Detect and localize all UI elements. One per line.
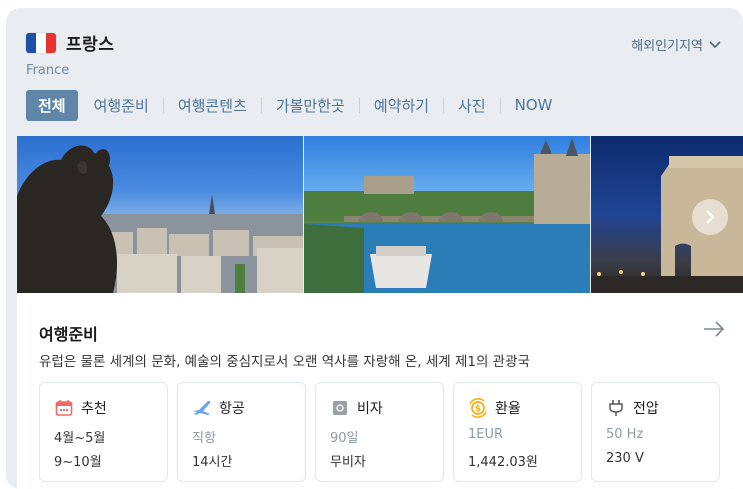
stat-name: 전압	[633, 401, 659, 417]
travel-prep-section: 여행준비 유럽은 물론 세계의 문화, 예술의 중심지로서 오랜 역사를 자랑해…	[17, 293, 743, 489]
paris-gargoyle-skyline-photo[interactable]	[17, 136, 303, 293]
tab-divider	[443, 97, 445, 113]
chevron-down-icon	[709, 40, 721, 48]
photo-illustration	[304, 138, 590, 293]
tab-travel-prep[interactable]: 여행준비	[94, 95, 149, 116]
stat-value-1: 90일	[330, 431, 359, 446]
tab-travel-content[interactable]: 여행콘텐츠	[178, 95, 247, 116]
section-more-arrow[interactable]	[703, 321, 725, 341]
stat-value-2: 9~10월	[54, 455, 102, 470]
country-header: 프랑스	[26, 30, 114, 55]
passport-icon	[330, 398, 350, 418]
tab-all[interactable]: 전체	[26, 89, 78, 121]
arrow-right-icon	[704, 321, 725, 337]
svg-text:$: $	[475, 405, 481, 415]
flag-stripe-white	[36, 32, 46, 53]
france-flag-icon	[26, 32, 56, 53]
airplane-icon	[192, 398, 212, 418]
tab-divider	[499, 97, 501, 113]
photo-gallery	[17, 136, 743, 293]
country-name-en: France	[26, 63, 70, 78]
stats-row: 추천 4월~5월 9~10월 항공 직항 14시간 비자 90일 무비자 $ 환…	[39, 382, 729, 482]
tab-photos[interactable]: 사진	[458, 95, 486, 116]
stat-value-2: 무비자	[330, 455, 366, 470]
popular-regions-label: 해외인기지역	[631, 39, 703, 54]
flag-stripe-red	[46, 32, 56, 53]
country-card: 프랑스 France 해외인기지역 전체 여행준비 여행콘텐츠 가볼만한곳 예약…	[6, 8, 743, 489]
section-description: 유럽은 물론 세계의 문화, 예술의 중심지로서 오랜 역사를 자랑해 온, 세…	[39, 354, 530, 370]
tab-booking[interactable]: 예약하기	[374, 95, 429, 116]
stat-value-1: 50 Hz	[606, 427, 644, 442]
gallery-next-button[interactable]	[692, 199, 728, 235]
stat-name: 환율	[495, 401, 521, 417]
chevron-right-icon	[706, 210, 715, 224]
seine-river-boat-photo[interactable]	[304, 136, 590, 293]
stat-name: 비자	[357, 401, 383, 417]
stat-value-1: 1EUR	[468, 427, 504, 442]
tab-divider	[260, 97, 262, 113]
tab-divider	[162, 97, 164, 113]
stat-value-2: 230 V	[606, 451, 644, 466]
popular-regions-dropdown[interactable]: 해외인기지역	[631, 35, 721, 54]
stat-voltage[interactable]: 전압 50 Hz 230 V	[591, 382, 720, 482]
stat-name: 추천	[81, 401, 107, 417]
tab-bar: 전체 여행준비 여행콘텐츠 가볼만한곳 예약하기 사진 NOW	[26, 89, 553, 121]
flag-stripe-blue	[26, 32, 36, 53]
stat-value-1: 4월~5월	[54, 431, 106, 446]
exchange-icon: $	[468, 398, 488, 418]
stat-visa[interactable]: 비자 90일 무비자	[315, 382, 444, 482]
tab-places[interactable]: 가볼만한곳	[276, 95, 345, 116]
plug-icon	[606, 398, 626, 418]
stat-recommend-season[interactable]: 추천 4월~5월 9~10월	[39, 382, 168, 482]
calendar-icon	[54, 398, 74, 418]
stat-exchange-rate[interactable]: $ 환율 1EUR 1,442.03원	[453, 382, 582, 482]
stat-value-2: 14시간	[192, 455, 233, 470]
tab-divider	[358, 97, 360, 113]
country-name: 프랑스	[66, 35, 115, 55]
stat-flight[interactable]: 항공 직항 14시간	[177, 382, 306, 482]
stat-value-2: 1,442.03원	[468, 455, 538, 470]
stat-value-1: 직항	[192, 431, 216, 446]
tab-now[interactable]: NOW	[515, 96, 553, 114]
section-title: 여행준비	[39, 325, 98, 344]
photo-illustration	[17, 145, 303, 293]
stat-name: 항공	[219, 401, 245, 417]
